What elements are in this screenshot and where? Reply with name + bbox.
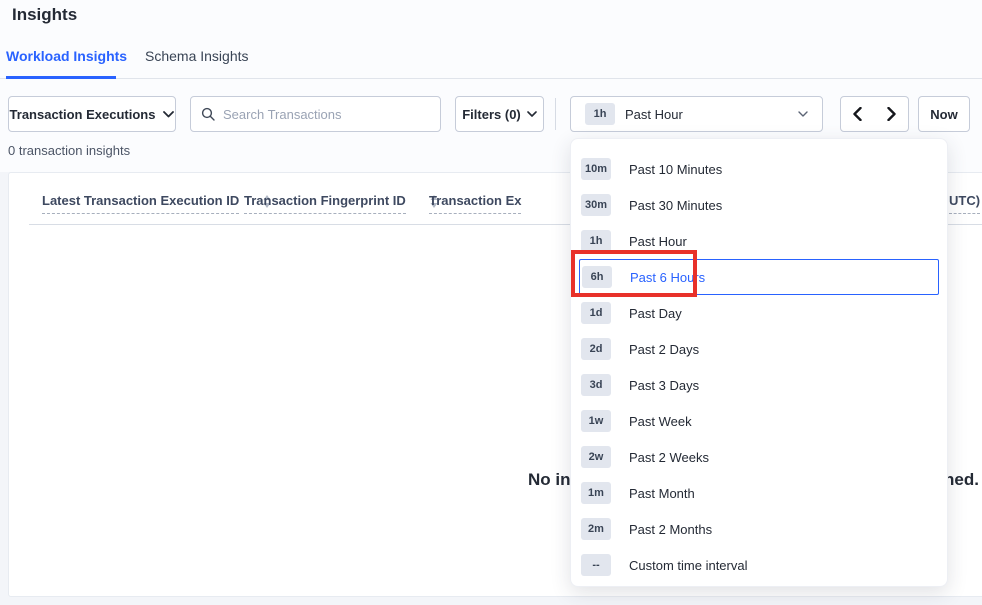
column-header-label: Transaction Ex bbox=[429, 193, 521, 214]
column-header-latest-transaction-execution-id[interactable]: Latest Transaction Execution ID bbox=[42, 193, 271, 214]
time-option-label: Past 3 Days bbox=[629, 378, 699, 393]
toolbar-divider bbox=[555, 98, 556, 130]
now-button-label: Now bbox=[930, 107, 957, 122]
time-option-past-6-hours[interactable]: 6h Past 6 Hours bbox=[579, 259, 939, 295]
chevron-down-icon bbox=[527, 111, 537, 117]
time-option-past-2-weeks[interactable]: 2w Past 2 Weeks bbox=[579, 439, 939, 475]
time-option-past-3-days[interactable]: 3d Past 3 Days bbox=[579, 367, 939, 403]
chevron-left-icon bbox=[853, 107, 862, 121]
time-option-badge: 3d bbox=[581, 374, 611, 396]
time-range-prev-button[interactable] bbox=[840, 96, 875, 132]
time-option-past-hour[interactable]: 1h Past Hour bbox=[579, 223, 939, 259]
time-option-badge: 1d bbox=[581, 302, 611, 324]
time-option-label: Past Month bbox=[629, 486, 695, 501]
time-option-badge: 1w bbox=[581, 410, 611, 432]
chevron-down-icon bbox=[163, 111, 174, 118]
column-header-transaction-execution-truncated[interactable]: Transaction Ex bbox=[429, 193, 521, 214]
time-option-past-2-days[interactable]: 2d Past 2 Days bbox=[579, 331, 939, 367]
column-header-label: Transaction Fingerprint ID bbox=[244, 193, 406, 214]
time-interval-dropdown: 10m Past 10 Minutes 30m Past 30 Minutes … bbox=[570, 138, 948, 587]
now-button[interactable]: Now bbox=[918, 96, 970, 132]
time-interval-picker[interactable]: 1h Past Hour bbox=[570, 96, 823, 132]
column-header-label: Latest Transaction Execution ID bbox=[42, 193, 239, 214]
time-option-badge: 2w bbox=[581, 446, 611, 468]
search-transactions-input[interactable] bbox=[223, 107, 430, 122]
search-icon bbox=[201, 107, 215, 121]
time-option-label: Past Week bbox=[629, 414, 692, 429]
filters-button-label: Filters (0) bbox=[462, 107, 521, 122]
time-option-badge: 6h bbox=[582, 266, 612, 288]
chevron-down-icon bbox=[798, 111, 808, 117]
time-option-past-day[interactable]: 1d Past Day bbox=[579, 295, 939, 331]
empty-state-text-fragment-left: No in bbox=[528, 470, 571, 490]
time-option-label: Past 10 Minutes bbox=[629, 162, 722, 177]
time-option-custom-time-interval[interactable]: -- Custom time interval bbox=[579, 547, 939, 583]
filters-button[interactable]: Filters (0) bbox=[455, 96, 544, 132]
column-header-transaction-fingerprint-id[interactable]: Transaction Fingerprint ID bbox=[244, 193, 438, 214]
time-option-past-30-minutes[interactable]: 30m Past 30 Minutes bbox=[579, 187, 939, 223]
time-range-next-button[interactable] bbox=[874, 96, 909, 132]
time-interval-label: Past Hour bbox=[625, 107, 683, 122]
time-option-label: Past 2 Months bbox=[629, 522, 712, 537]
time-option-badge: 1m bbox=[581, 482, 611, 504]
time-option-badge: -- bbox=[581, 554, 611, 576]
chevron-right-icon bbox=[887, 107, 896, 121]
time-option-past-week[interactable]: 1w Past Week bbox=[579, 403, 939, 439]
insights-page: Insights Workload Insights Schema Insigh… bbox=[0, 0, 982, 605]
page-title: Insights bbox=[12, 5, 77, 25]
time-option-label: Past 2 Days bbox=[629, 342, 699, 357]
column-header-utc-truncated[interactable]: UTC) bbox=[949, 193, 980, 214]
time-option-label: Past Hour bbox=[629, 234, 687, 249]
time-option-label: Custom time interval bbox=[629, 558, 747, 573]
time-option-label: Past 30 Minutes bbox=[629, 198, 722, 213]
transaction-type-select[interactable]: Transaction Executions bbox=[8, 96, 176, 132]
tab-schema-insights[interactable]: Schema Insights bbox=[145, 48, 249, 64]
time-interval-badge: 1h bbox=[585, 103, 615, 125]
time-option-badge: 2d bbox=[581, 338, 611, 360]
column-header-label: UTC) bbox=[949, 193, 980, 214]
tabbar: Workload Insights Schema Insights bbox=[0, 44, 982, 79]
empty-state-text-fragment-right: ned. bbox=[944, 470, 979, 490]
transaction-type-select-label: Transaction Executions bbox=[10, 107, 156, 122]
time-option-label: Past Day bbox=[629, 306, 682, 321]
search-transactions-box[interactable] bbox=[190, 96, 441, 132]
insights-count-summary: 0 transaction insights bbox=[8, 143, 130, 158]
time-option-badge: 1h bbox=[581, 230, 611, 252]
time-option-past-month[interactable]: 1m Past Month bbox=[579, 475, 939, 511]
time-option-past-10-minutes[interactable]: 10m Past 10 Minutes bbox=[579, 151, 939, 187]
active-tab-underline bbox=[6, 76, 116, 79]
time-option-label: Past 2 Weeks bbox=[629, 450, 709, 465]
time-option-past-2-months[interactable]: 2m Past 2 Months bbox=[579, 511, 939, 547]
tab-workload-insights[interactable]: Workload Insights bbox=[6, 48, 127, 64]
time-option-label: Past 6 Hours bbox=[630, 270, 705, 285]
time-option-badge: 2m bbox=[581, 518, 611, 540]
time-option-badge: 10m bbox=[581, 158, 611, 180]
time-option-badge: 30m bbox=[581, 194, 611, 216]
